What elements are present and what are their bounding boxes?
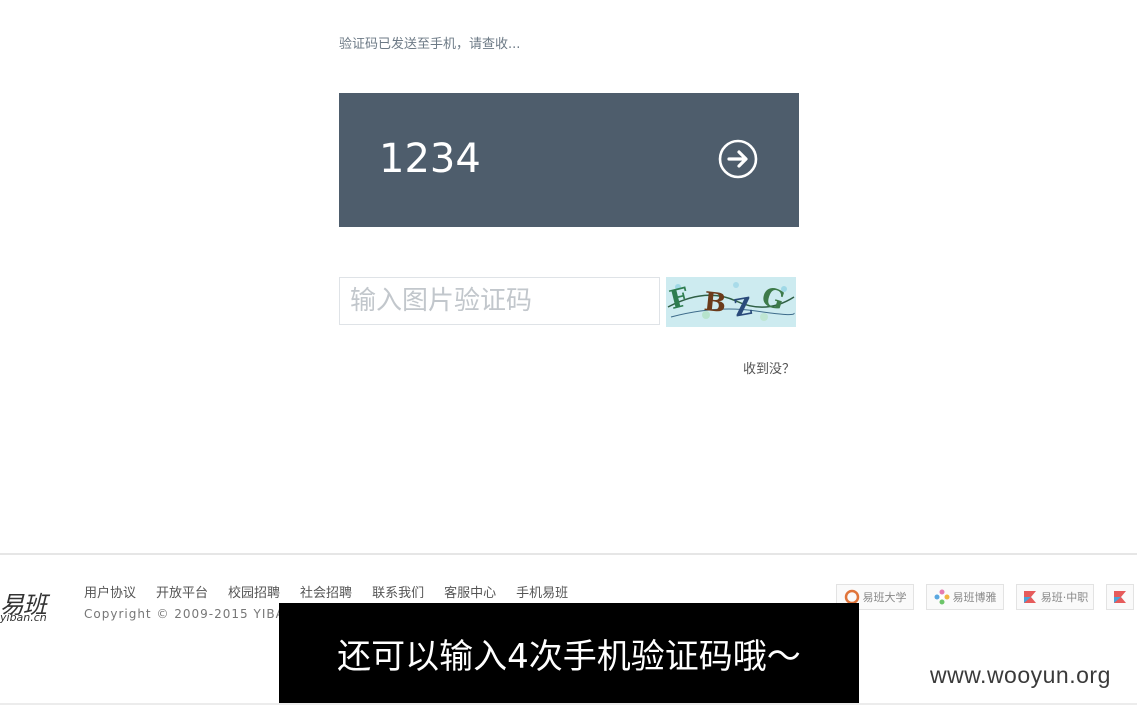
watermark: www.wooyun.org — [930, 662, 1111, 688]
partner-label: 易班·中职 — [1040, 591, 1089, 604]
sms-sent-notice: 验证码已发送至手机，请查收... — [339, 37, 521, 52]
partner-more[interactable] — [1106, 584, 1134, 610]
captcha-char: B — [702, 287, 727, 319]
footer-link-campus-recruiting[interactable]: 校园招聘 — [228, 582, 280, 601]
footer-divider — [0, 553, 1137, 555]
footer-nav: 用户协议 开放平台 校园招聘 社会招聘 联系我们 客服中心 手机易班 — [84, 582, 568, 601]
yiban-flag-icon — [1114, 591, 1126, 603]
partner-yiban-vocational[interactable]: 易班·中职 — [1016, 584, 1094, 610]
captcha-input[interactable] — [339, 277, 660, 325]
partner-label: 易班博雅 — [952, 591, 997, 604]
page: 验证码已发送至手机，请查收... F B Z G 收到没？ 易班 yiban.c… — [0, 0, 1137, 705]
partner-yiban-boya[interactable]: 易班博雅 — [926, 584, 1004, 610]
footer-link-customer-service[interactable]: 客服中心 — [444, 582, 496, 601]
yiban-flag-icon — [1023, 591, 1036, 603]
footer-link-contact-us[interactable]: 联系我们 — [372, 582, 424, 601]
flower-icon — [934, 589, 949, 605]
partner-label: 易班大学 — [862, 591, 907, 604]
arrow-right-circle-icon[interactable] — [718, 139, 758, 179]
copyright: Copyright © 2009-2015 YIBA — [84, 607, 285, 621]
footer-link-mobile-yiban[interactable]: 手机易班 — [516, 582, 568, 601]
footer-link-social-recruiting[interactable]: 社会招聘 — [300, 582, 352, 601]
partner-links: 易班大学 易班博雅 易班·中职 — [836, 584, 1134, 610]
caption-overlay: 还可以输入4次手机验证码哦～ — [279, 603, 859, 703]
captcha-image[interactable]: F B Z G — [666, 277, 796, 327]
footer-link-user-agreement[interactable]: 用户协议 — [84, 582, 136, 601]
yiban-logo[interactable]: 易班 yiban.cn — [0, 585, 70, 629]
not-received-link[interactable]: 收到没？ — [743, 358, 795, 377]
sms-code-input[interactable] — [377, 131, 679, 187]
logo-domain: yiban.cn — [0, 611, 47, 624]
caption-text: 还可以输入4次手机验证码哦～ — [337, 636, 801, 677]
sms-code-panel — [339, 93, 799, 227]
footer-link-open-platform[interactable]: 开放平台 — [156, 582, 208, 601]
